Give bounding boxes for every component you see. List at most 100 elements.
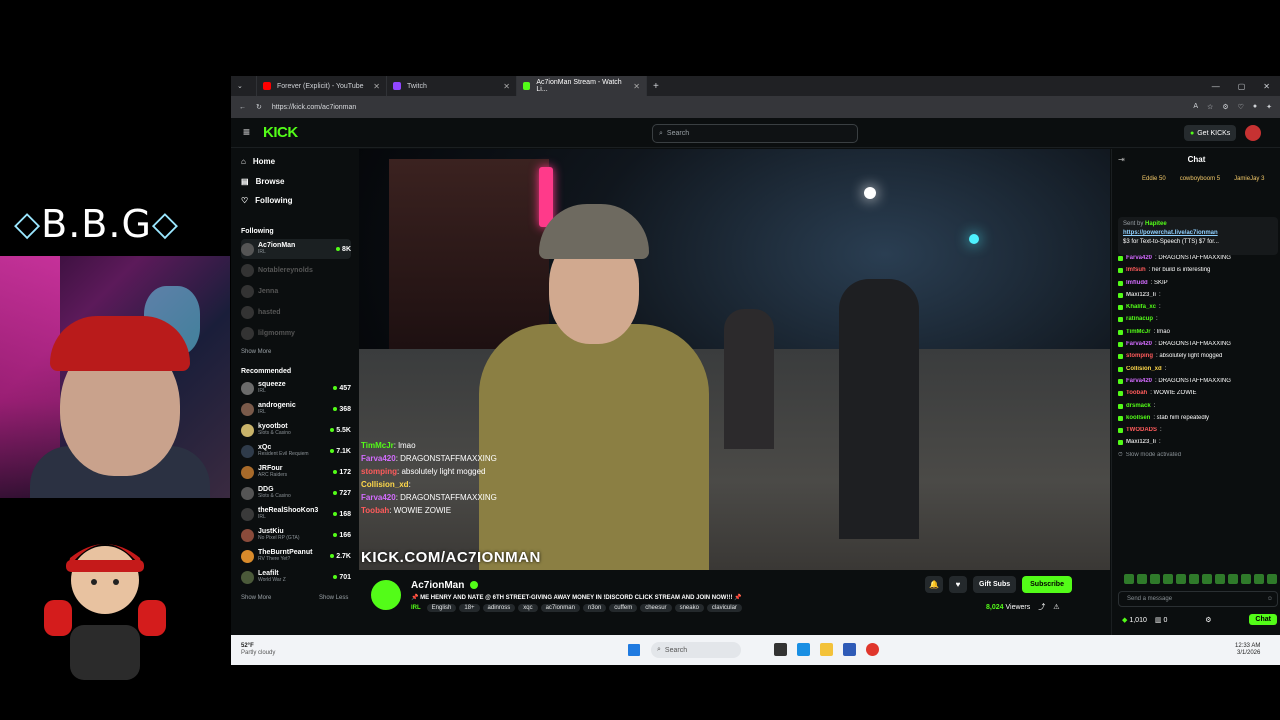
file-explorer-icon[interactable] xyxy=(820,643,833,656)
gift-subs-button[interactable]: Gift Subs xyxy=(973,576,1017,593)
emote-icon[interactable] xyxy=(1150,574,1160,584)
refresh-icon[interactable]: ↻ xyxy=(256,103,262,111)
chat-user[interactable]: lmfsuh xyxy=(1126,267,1146,274)
new-tab-button[interactable]: + xyxy=(647,76,665,96)
maximize-icon[interactable]: ▢ xyxy=(1238,82,1246,91)
chat-user[interactable]: Khalifa_xc xyxy=(1126,304,1156,311)
streamer-name[interactable]: Ac7ionMan xyxy=(411,580,464,591)
sidebar-channel[interactable]: hasted xyxy=(241,302,351,322)
store-icon[interactable] xyxy=(843,643,856,656)
sidebar-channel[interactable]: squeeze IRL 457 xyxy=(241,378,351,398)
kicks-balance[interactable]: ▥ 0 xyxy=(1155,616,1167,624)
emote-icon[interactable] xyxy=(1137,574,1147,584)
nav-following[interactable]: ♡ Following xyxy=(241,196,293,205)
nav-home[interactable]: ⌂ Home xyxy=(241,157,275,166)
sidebar-channel[interactable]: Jenna xyxy=(241,281,351,301)
streamer-avatar[interactable] xyxy=(371,580,401,610)
taskbar-search[interactable]: ⌕ Search xyxy=(651,642,741,658)
close-icon[interactable]: ✕ xyxy=(633,82,640,91)
video-player[interactable]: TimMcJr: lmao Farva420: DRAGONSTAFFMAXXI… xyxy=(359,149,1110,570)
sidebar-channel[interactable]: DDG Slots & Casino 727 xyxy=(241,483,351,503)
get-kicks-button[interactable]: ● Get KICKs xyxy=(1184,125,1237,141)
follow-heart-icon[interactable]: ♥ xyxy=(949,576,967,593)
tag-chip[interactable]: clavicular xyxy=(706,604,742,612)
channel-points[interactable]: ◆ 1,010 xyxy=(1122,616,1147,624)
edge-icon[interactable] xyxy=(797,643,810,656)
pinned-message[interactable]: Sent by Hapitee https://powerchat.live/a… xyxy=(1118,217,1278,255)
chat-user[interactable]: Farva420 xyxy=(1126,341,1152,348)
chat-user[interactable]: Maxi123_li xyxy=(1126,439,1156,446)
tab-kick[interactable]: Ac7ionMan Stream - Watch Li... ✕ xyxy=(517,76,647,96)
tag-chip[interactable]: xqc xyxy=(518,604,538,612)
pinned-link[interactable]: https://powerchat.live/ac7ionman xyxy=(1123,229,1273,238)
chat-user[interactable]: drsmack xyxy=(1126,403,1151,410)
tab-twitch[interactable]: Twitch ✕ xyxy=(387,76,517,96)
chat-user[interactable]: Toobah xyxy=(1126,390,1147,397)
chat-user[interactable]: ratinacup xyxy=(1126,316,1153,323)
copilot-icon[interactable]: ✦ xyxy=(1266,103,1272,111)
report-icon[interactable]: ⚠ xyxy=(1053,603,1059,611)
chat-user[interactable]: TWODADS xyxy=(1126,427,1157,434)
emote-icon[interactable] xyxy=(1254,574,1264,584)
sidebar-channel[interactable]: androgenic IRL 368 xyxy=(241,399,351,419)
tag-chip[interactable]: adinross xyxy=(482,604,516,612)
sidebar-channel[interactable]: JRFour ARC Raiders 172 xyxy=(241,462,351,482)
tag-chip[interactable]: cuffem xyxy=(609,604,638,612)
weather-widget[interactable]: 52°F Partly cloudy xyxy=(241,643,275,657)
chat-settings-icon[interactable]: ⚙ xyxy=(1205,616,1211,624)
show-less-link[interactable]: Show Less xyxy=(319,595,348,601)
menu-icon[interactable]: ≡ xyxy=(243,125,250,139)
extensions-icon[interactable]: ⚙ xyxy=(1222,103,1228,111)
emote-icon[interactable] xyxy=(1176,574,1186,584)
start-button-icon[interactable] xyxy=(628,644,640,656)
sidebar-channel[interactable]: JustKiu No Pixel RP (GTA) 166 xyxy=(241,525,351,545)
share-icon[interactable]: ⤴ xyxy=(1038,602,1045,612)
chat-user[interactable]: koollsen xyxy=(1126,415,1150,422)
close-window-icon[interactable]: ✕ xyxy=(1263,82,1270,91)
chat-user[interactable]: Collision_xd xyxy=(1126,366,1162,373)
emote-icon[interactable] xyxy=(1202,574,1212,584)
read-aloud-icon[interactable]: A xyxy=(1193,103,1198,111)
tab-youtube[interactable]: Forever (Explicit) - YouTube ✕ xyxy=(257,76,387,96)
emote-icon[interactable] xyxy=(1163,574,1173,584)
back-icon[interactable]: ← xyxy=(239,104,246,111)
collections-icon[interactable]: ♡ xyxy=(1238,103,1244,111)
chat-user[interactable]: Farva420 xyxy=(1126,255,1152,262)
close-icon[interactable]: ✕ xyxy=(373,82,380,91)
sidebar-channel[interactable]: theRealShooKon3 IRL 168 xyxy=(241,504,351,524)
tag-chip[interactable]: English xyxy=(426,604,457,612)
chat-user[interactable]: Maxi123_li xyxy=(1126,292,1156,299)
sidebar-channel[interactable]: TheBurntPeanut RV There Yet? 2.7K xyxy=(241,546,351,566)
tag-chip[interactable]: n3on xyxy=(582,604,607,612)
emote-icon[interactable] xyxy=(1124,574,1134,584)
notification-bell-icon[interactable]: 🔔 xyxy=(925,576,943,593)
url-field[interactable]: https://kick.com/ac7ionman xyxy=(272,104,356,111)
chat-user[interactable]: Farva420 xyxy=(1126,378,1152,385)
show-more-link[interactable]: Show More xyxy=(241,595,271,601)
tag-chip[interactable]: cheesur xyxy=(640,604,672,612)
tag-chip[interactable]: 18+ xyxy=(459,604,480,612)
system-clock[interactable]: 12:33 AM 3/1/2026 xyxy=(1235,643,1260,657)
emote-icon[interactable] xyxy=(1241,574,1251,584)
chat-user[interactable]: stomping xyxy=(1126,353,1153,360)
chat-user[interactable]: lmfludd xyxy=(1126,280,1148,287)
profile-icon[interactable]: ● xyxy=(1253,103,1257,111)
task-view-icon[interactable] xyxy=(774,643,787,656)
search-input[interactable]: ⌕ Search xyxy=(652,124,858,143)
tag-chip[interactable]: sneako xyxy=(674,604,704,612)
sidebar-channel[interactable]: xQc Resident Evil Requiem 7.1K xyxy=(241,441,351,461)
chat-user[interactable]: TimMcJr xyxy=(1126,329,1151,336)
chat-send-button[interactable]: Chat xyxy=(1249,614,1277,625)
minimize-icon[interactable]: — xyxy=(1212,82,1220,91)
sidebar-channel[interactable]: Leafilt World War Z 701 xyxy=(241,567,351,587)
stream-category[interactable]: IRL xyxy=(411,605,421,611)
close-icon[interactable]: ✕ xyxy=(503,82,510,91)
sidebar-channel[interactable]: kyootbot Slots & Casino 5.5K xyxy=(241,420,351,440)
sidebar-channel[interactable]: Ac7ionMan IRL 8K xyxy=(241,239,351,259)
emote-icon[interactable] xyxy=(1189,574,1199,584)
chat-message-input[interactable]: Send a message ☺ xyxy=(1118,591,1278,607)
emote-icon[interactable] xyxy=(1267,574,1277,584)
nav-browse[interactable]: ▤ Browse xyxy=(241,177,284,186)
user-avatar[interactable] xyxy=(1245,125,1261,141)
kick-logo[interactable]: KICK xyxy=(263,124,298,141)
